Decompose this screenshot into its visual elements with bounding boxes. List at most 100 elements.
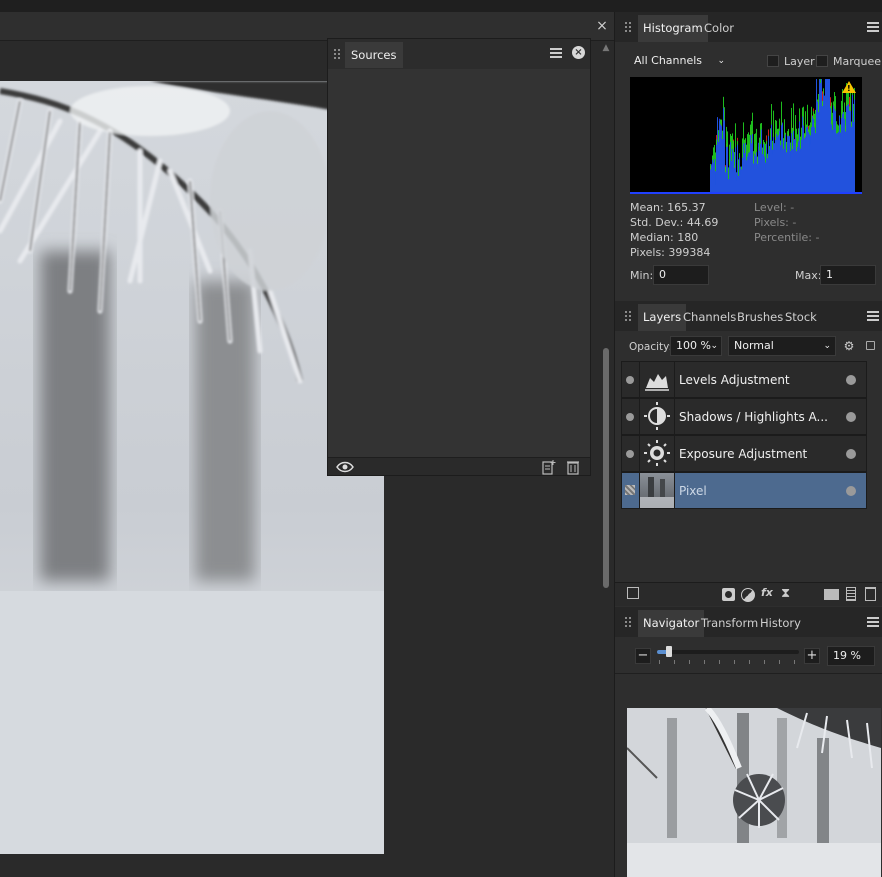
histogram-bar (844, 118, 845, 194)
channel-select[interactable]: All Channels ⌄ (629, 52, 729, 72)
panel-menu-icon[interactable] (867, 22, 879, 32)
tab-history[interactable]: History (755, 610, 806, 637)
tab-navigator[interactable]: Navigator (638, 610, 705, 637)
marquee-checkbox[interactable] (816, 55, 828, 67)
histogram-bar (769, 149, 770, 194)
histogram-bar (749, 152, 750, 194)
scroll-up-arrow-icon[interactable]: ▲ (601, 43, 611, 53)
tab-color[interactable]: Color (699, 15, 739, 42)
histogram-bar (808, 131, 809, 194)
histogram-bar (820, 83, 821, 194)
histogram-bar (815, 132, 816, 194)
histogram-bar (723, 107, 724, 194)
histogram-bar (734, 167, 735, 194)
histogram-bar (823, 93, 824, 194)
trash-icon[interactable] (865, 587, 876, 601)
histogram-bar (776, 133, 777, 194)
panel-grip-icon[interactable] (625, 617, 631, 627)
histogram-bar (766, 144, 767, 194)
adjustment-icon[interactable] (741, 588, 755, 602)
layer-row[interactable]: Exposure Adjustment (621, 435, 867, 472)
layer-expand-icon[interactable] (626, 450, 634, 458)
panel-grip-icon[interactable] (625, 22, 631, 32)
add-source-icon[interactable] (541, 459, 557, 475)
max-input[interactable]: 1 (820, 265, 876, 285)
stat-std-dev: Std. Dev.: 44.69 (630, 216, 719, 229)
layer-name: Levels Adjustment (679, 373, 790, 387)
histogram-bar (824, 95, 825, 194)
histogram-bar (806, 127, 807, 194)
histogram-bar (725, 172, 726, 194)
histogram-bar (717, 117, 718, 194)
tab-transform[interactable]: Transform (696, 610, 763, 637)
visibility-toggle[interactable] (846, 486, 856, 496)
zoom-slider-handle[interactable] (666, 646, 672, 657)
layer-checkbox[interactable] (767, 55, 779, 67)
histogram-bar (811, 127, 812, 194)
tab-histogram[interactable]: Histogram (638, 15, 708, 42)
gear-icon[interactable]: ⚙ (841, 338, 857, 354)
tab-stock[interactable]: Stock (780, 304, 822, 331)
histogram-bar (785, 134, 786, 194)
layers-tab-bar: Layers Channels Brushes Stock (615, 301, 882, 331)
visibility-toggle[interactable] (846, 412, 856, 422)
histogram-bar (772, 149, 773, 194)
layer-name: Pixel (679, 484, 707, 498)
histogram-bar (718, 141, 719, 194)
histogram-bar (753, 163, 754, 194)
close-panel-icon[interactable]: × (572, 46, 585, 59)
panel-menu-icon[interactable] (867, 617, 879, 627)
mask-icon[interactable] (722, 588, 735, 601)
histogram-bar (735, 147, 736, 194)
histogram-bar (764, 156, 765, 194)
panel-grip-icon[interactable] (625, 311, 631, 321)
histogram-bar (783, 148, 784, 194)
histogram-bar (712, 159, 713, 194)
sources-bottom-bar (328, 457, 590, 475)
zoom-out-button[interactable]: − (635, 648, 651, 664)
layer-name: Exposure Adjustment (679, 447, 808, 461)
scrollbar-thumb[interactable] (603, 348, 609, 588)
zoom-slider-track[interactable] (657, 650, 799, 654)
close-document-icon[interactable]: × (594, 18, 610, 34)
visibility-toggle[interactable] (846, 449, 856, 459)
zoom-value-field[interactable]: 19 % (827, 646, 875, 666)
trash-icon[interactable] (566, 459, 580, 475)
layer-row[interactable]: Shadows / Highlights A... (621, 398, 867, 435)
layer-row[interactable]: Levels Adjustment (621, 361, 867, 398)
layer-row-selected[interactable]: Pixel (621, 472, 867, 509)
histogram-bar (747, 156, 748, 194)
histogram-bar (710, 169, 711, 194)
histogram-bar (793, 131, 794, 194)
histogram-bar (840, 132, 841, 194)
document-tab-bar (0, 12, 614, 41)
histogram-bar (757, 163, 758, 194)
tab-sources[interactable]: Sources (345, 42, 403, 68)
zoom-slider-ticks (659, 660, 799, 664)
histogram-bar (804, 138, 805, 194)
panel-menu-icon[interactable] (867, 311, 879, 321)
layer-expand-icon[interactable] (626, 376, 634, 384)
folder-icon[interactable] (824, 589, 839, 600)
eye-icon[interactable] (336, 460, 354, 474)
visibility-toggle[interactable] (846, 375, 856, 385)
new-pixel-layer-icon[interactable] (846, 587, 856, 601)
fx-icon[interactable]: fx (761, 586, 773, 599)
navigator-preview[interactable] (627, 708, 881, 877)
opacity-value: 100 % (676, 339, 711, 352)
panel-grip-icon[interactable] (334, 49, 340, 59)
histogram-bar (847, 104, 848, 194)
min-input[interactable]: 0 (653, 265, 709, 285)
blend-mode-select[interactable]: Normal ⌄ (728, 336, 836, 356)
layers-stack-icon[interactable] (627, 587, 639, 599)
lock-icon[interactable] (866, 341, 875, 350)
panel-menu-icon[interactable] (550, 48, 562, 58)
navigator-tab-bar: Navigator Transform History (615, 607, 882, 637)
hourglass-icon[interactable]: ⧗ (781, 586, 790, 601)
zoom-in-button[interactable]: + (804, 648, 820, 664)
histogram-bar (739, 157, 740, 194)
layer-expand-icon[interactable] (626, 413, 634, 421)
histogram-bar (770, 140, 771, 194)
histogram-bar (843, 111, 844, 194)
opacity-select[interactable]: 100 % ⌄ (670, 336, 722, 356)
